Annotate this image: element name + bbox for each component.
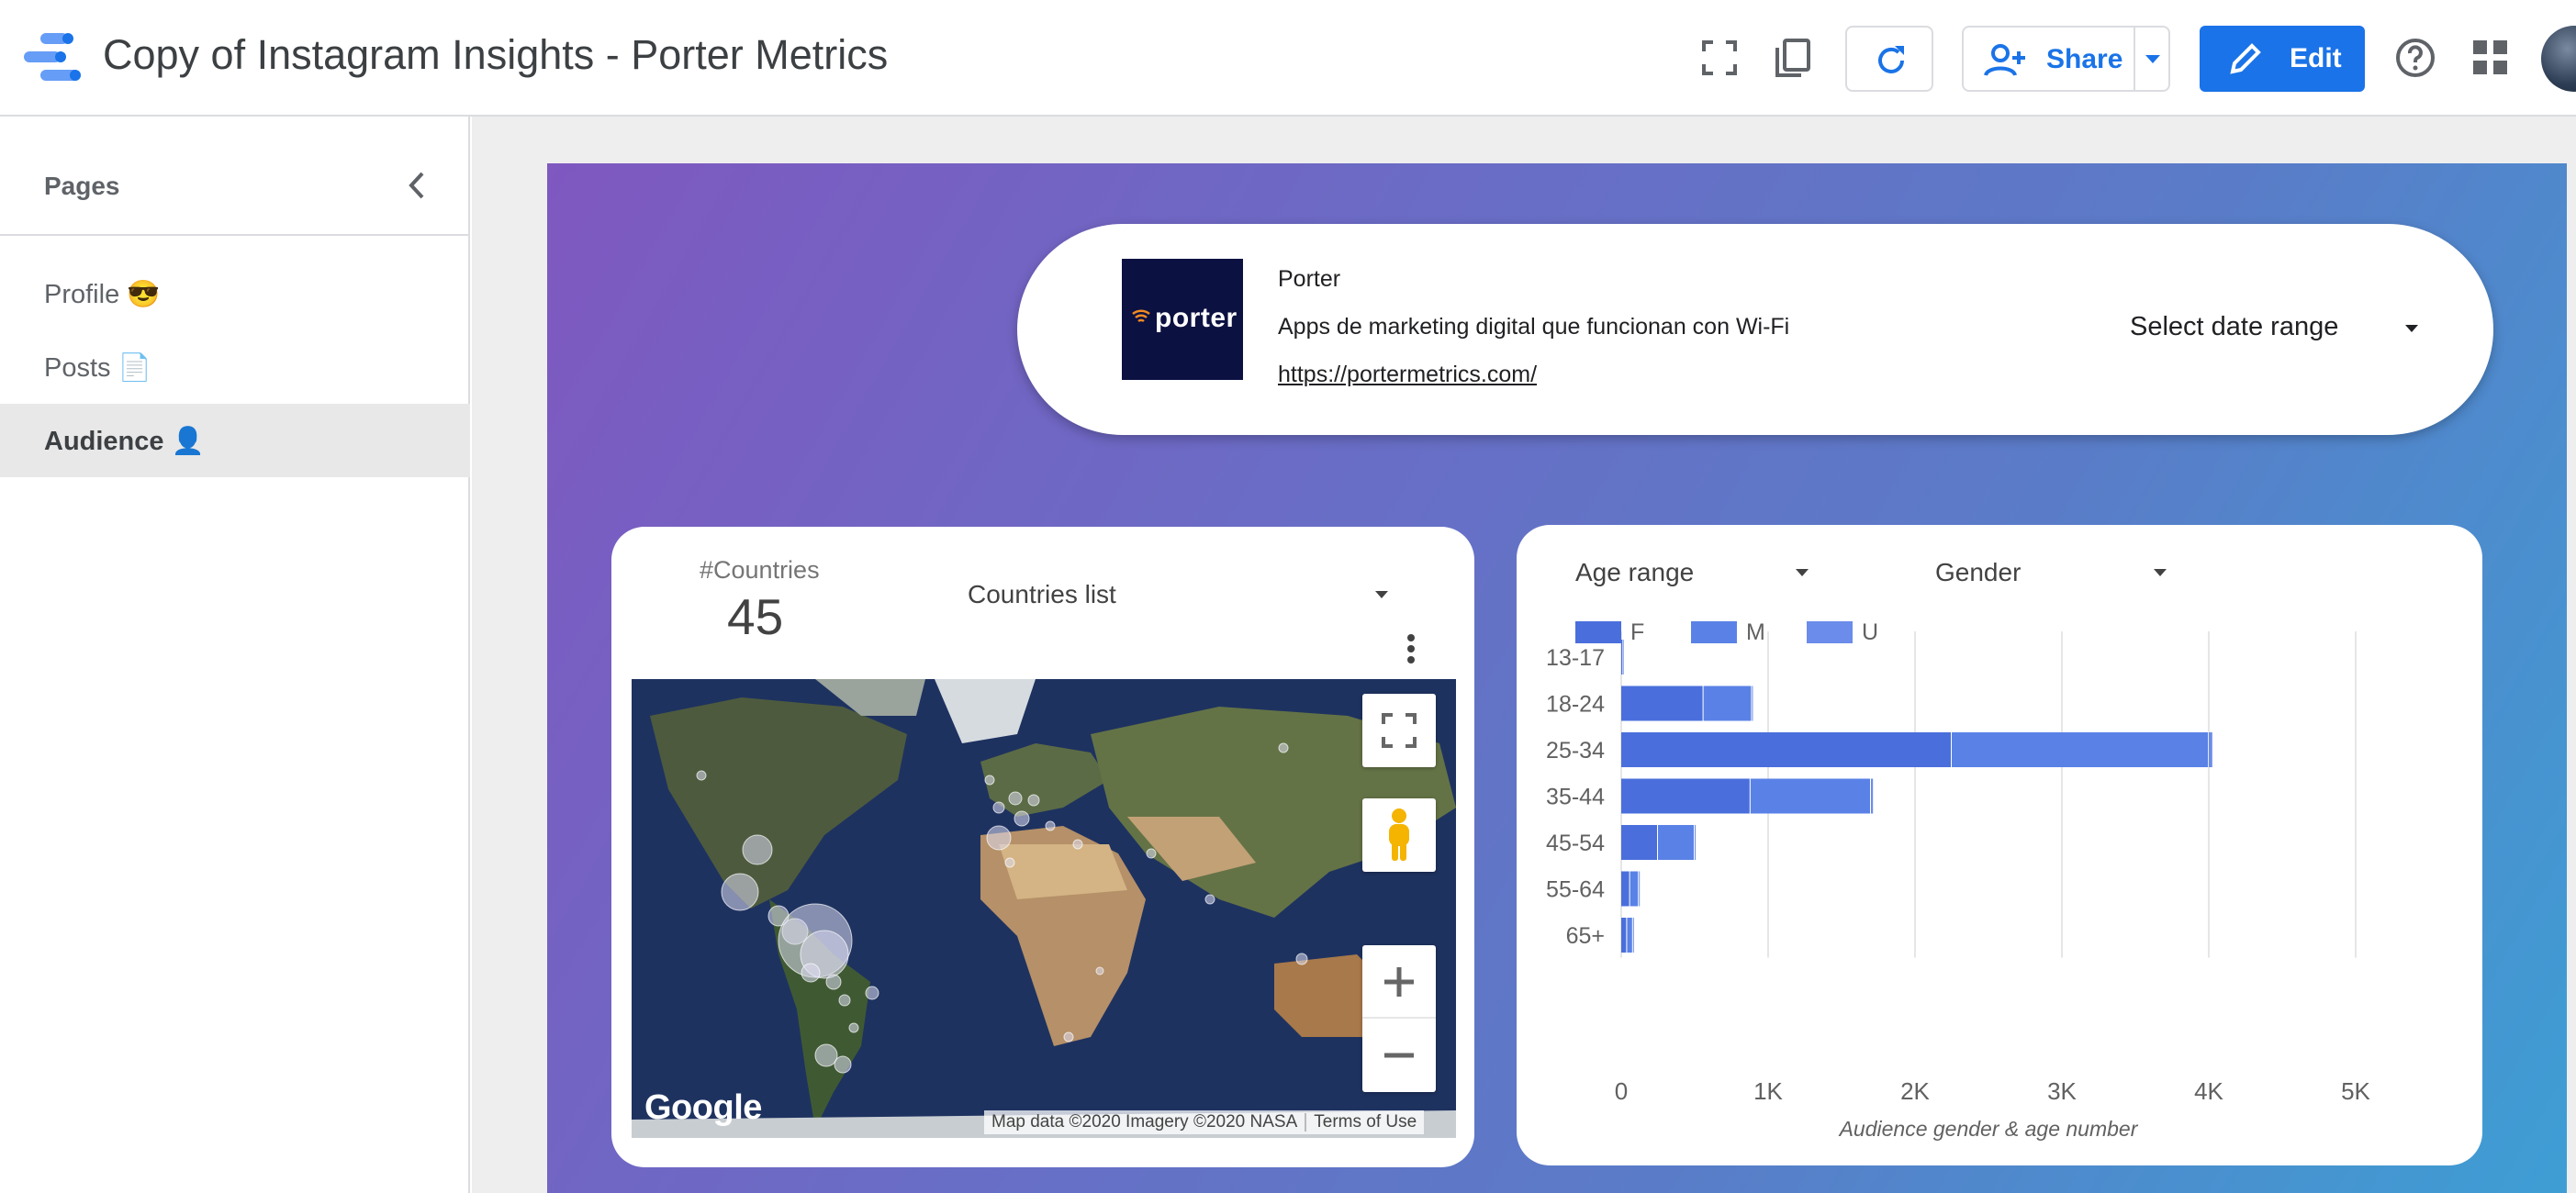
x-axis-title: Audience gender & age number [1838, 1117, 2139, 1141]
legend-swatch [1691, 621, 1737, 643]
y-category-label: 18-24 [1546, 692, 1605, 718]
bar-M [1627, 918, 1632, 953]
legend-swatch [1575, 621, 1621, 643]
street-view-pegman-button[interactable] [1362, 798, 1436, 872]
apps-grid-icon[interactable] [2470, 37, 2512, 79]
refresh-button[interactable] [1845, 26, 1933, 92]
bar-U [1632, 918, 1634, 953]
chevron-down-icon[interactable] [1375, 591, 1388, 598]
bar-F [1621, 871, 1630, 907]
bar-U [1871, 778, 1874, 814]
map-attribution-text: Map data ©2020 Imagery ©2020 NASA [991, 1112, 1298, 1132]
bar-F [1621, 732, 1951, 767]
bar-F [1621, 686, 1703, 721]
share-dropdown-button[interactable] [2134, 26, 2170, 92]
bar-F [1621, 640, 1622, 675]
map-zoom-control [1362, 945, 1436, 1092]
y-category-label: 55-64 [1546, 877, 1605, 903]
world-map-imagery [632, 679, 1456, 1138]
legend-swatch [1807, 621, 1853, 643]
x-tick-label: 0 [1615, 1077, 1628, 1105]
copy-icon[interactable] [1772, 37, 1814, 79]
sidebar-item-label: Posts 📄 [44, 353, 151, 383]
date-range-selector[interactable]: Select date range [2130, 312, 2338, 342]
x-tick-label: 1K [1753, 1077, 1783, 1105]
plus-icon [1384, 967, 1414, 997]
age-gender-chart-card: Age range Gender 0 1K 2K 3K 4K 5K Audience gen… [1517, 525, 2482, 1165]
zoom-out-button[interactable] [1362, 1019, 1436, 1092]
sidebar-item-label: Profile 😎 [44, 280, 161, 309]
bar-M [1952, 732, 2208, 767]
add-person-icon [1984, 44, 2025, 76]
x-tick-label: 3K [2047, 1077, 2077, 1105]
bar-F [1621, 918, 1627, 953]
fullscreen-icon[interactable] [1698, 37, 1741, 79]
bar-M [1750, 778, 1870, 814]
bar-U [1752, 686, 1753, 721]
edit-label: Edit [2290, 43, 2342, 73]
bar-U [2209, 732, 2212, 767]
company-name: Porter [1278, 266, 1341, 292]
chevron-left-icon[interactable] [402, 170, 433, 201]
pegman-icon [1389, 808, 1409, 861]
y-category-label: 25-34 [1546, 738, 1605, 764]
y-category-label: 13-17 [1546, 645, 1605, 671]
bar-F [1621, 778, 1750, 814]
bar-M [1630, 871, 1639, 907]
company-description: Apps de marketing digital que funcionan … [1278, 314, 1790, 340]
bar-F [1621, 825, 1657, 860]
countries-list-dropdown[interactable]: Countries list [968, 580, 1116, 609]
chevron-down-icon [2145, 55, 2160, 63]
bar-M [1703, 686, 1752, 721]
porter-logo-text: porter [1155, 303, 1238, 333]
bar-M [1658, 825, 1694, 860]
profile-header-card: porter Porter Apps de marketing digital … [1017, 224, 2493, 435]
y-category-label: 45-54 [1546, 831, 1605, 856]
countries-map-card: #Countries 45 Countries list Google Map … [611, 527, 1474, 1167]
edit-button[interactable]: Edit [2200, 26, 2365, 92]
google-logo: Google [644, 1088, 762, 1127]
share-label: Share [2046, 44, 2123, 74]
bar-U [1695, 825, 1696, 860]
top-bar: Copy of Instagram Insights - Porter Metr… [0, 0, 2576, 117]
countries-kpi-label: #Countries [700, 556, 820, 584]
report-title[interactable]: Copy of Instagram Insights - Porter Metr… [103, 31, 888, 79]
user-avatar[interactable] [2541, 26, 2576, 92]
sidebar-item-posts[interactable]: Posts 📄 [0, 330, 470, 404]
minus-icon [1384, 1053, 1414, 1058]
wifi-icon [1132, 309, 1150, 323]
x-tick-label: 2K [1900, 1077, 1930, 1105]
y-category-label: 35-44 [1546, 785, 1605, 810]
terms-of-use-link[interactable]: Terms of Use [1314, 1112, 1417, 1132]
pencil-icon [2230, 43, 2261, 74]
bar-M [1622, 640, 1624, 675]
sidebar-item-label: Audience 👤 [44, 427, 205, 456]
data-studio-logo-icon[interactable] [24, 33, 81, 83]
map-fullscreen-button[interactable] [1362, 694, 1436, 767]
pages-title: Pages [44, 172, 120, 200]
share-button[interactable]: Share [1962, 26, 2135, 92]
chevron-down-icon[interactable] [2405, 325, 2418, 332]
refresh-icon [1878, 46, 1904, 73]
sidebar-item-profile[interactable]: Profile 😎 [0, 257, 470, 330]
legend-label: M [1746, 619, 1765, 645]
sidebar-item-audience[interactable]: Audience 👤 [0, 404, 470, 477]
bar-U [1639, 871, 1641, 907]
map-attribution: Map data ©2020 Imagery ©2020 NASA Terms o… [984, 1110, 1425, 1134]
legend-label: F [1630, 619, 1644, 645]
countries-kpi-value: 45 [727, 588, 784, 645]
y-category-label: 65+ [1566, 923, 1605, 949]
pages-header: Pages [0, 117, 468, 236]
x-tick-label: 4K [2194, 1077, 2223, 1105]
fullscreen-icon [1382, 713, 1417, 748]
zoom-in-button[interactable] [1362, 945, 1436, 1019]
age-gender-bar-chart: 0 1K 2K 3K 4K 5K Audience gender & age number F… [1546, 619, 2371, 1141]
more-vert-icon[interactable] [1406, 633, 1416, 664]
legend-label: U [1862, 619, 1878, 645]
x-tick-label: 5K [2341, 1077, 2370, 1105]
porter-logo: porter [1122, 259, 1243, 380]
help-icon[interactable] [2394, 37, 2436, 79]
company-url-link[interactable]: https://portermetrics.com/ [1278, 362, 1537, 388]
world-map[interactable]: Google Map data ©2020 Imagery ©2020 NASA… [632, 679, 1456, 1138]
